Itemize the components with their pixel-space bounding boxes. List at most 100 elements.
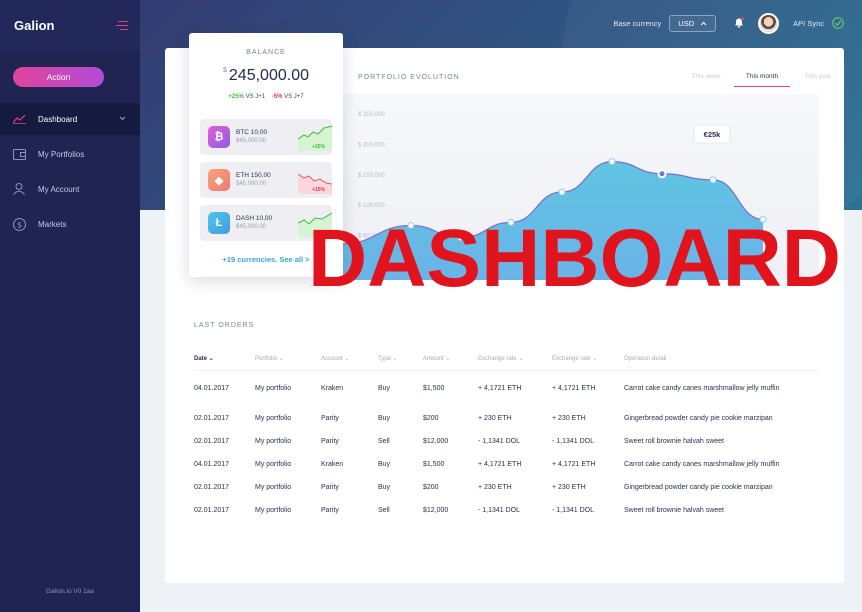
table-cell: Kraken bbox=[321, 385, 344, 393]
wallet-icon bbox=[12, 147, 26, 161]
table-cell: Gingerbread powder candy pie cookie marz… bbox=[624, 414, 773, 422]
table-cell: 02.01.2017 bbox=[194, 437, 230, 445]
sidebar-item-portfolios[interactable]: My Portfolios bbox=[0, 138, 140, 170]
currency-symbol: $ bbox=[223, 67, 227, 74]
table-cell: My portfolio bbox=[255, 437, 292, 445]
table-cell: - 1,1341 DOL bbox=[552, 506, 595, 514]
action-button[interactable]: Action bbox=[13, 67, 104, 87]
tab-this-week[interactable]: This week bbox=[678, 73, 734, 87]
table-row[interactable]: 04.01.2017 My portfolio Kraken Buy $1,500 + 4… bbox=[194, 453, 818, 476]
table-cell: 02.01.2017 bbox=[194, 414, 230, 422]
balance-label: BALANCE bbox=[246, 49, 286, 56]
table-header: Date ⌄ Portfolio ⌄ Account ⌄ Type ⌄ Amou… bbox=[194, 355, 818, 371]
data-point[interactable] bbox=[657, 169, 667, 179]
table-cell: + 230 ETH bbox=[478, 414, 512, 422]
bell-icon[interactable] bbox=[734, 17, 744, 30]
table-cell: - 1,1341 DOL bbox=[478, 506, 521, 514]
tab-this-month[interactable]: This month bbox=[734, 73, 790, 87]
table-cell: Parity bbox=[321, 483, 339, 491]
table-cell: $1,500 bbox=[423, 460, 445, 468]
coin-card-eth[interactable]: ◆ ETH 150,00 $45,000.00 +15% bbox=[200, 162, 332, 198]
coin-value: $45,000.00 bbox=[236, 224, 267, 230]
table-cell: + 4,1721 ETH bbox=[552, 385, 596, 393]
orders-table: Date ⌄ Portfolio ⌄ Account ⌄ Type ⌄ Amou… bbox=[194, 355, 818, 522]
table-cell: $1,500 bbox=[423, 385, 445, 393]
table-cell: + 4,1721 ETH bbox=[478, 460, 522, 468]
y-tick-label: $ 250.000 bbox=[358, 112, 385, 118]
data-point[interactable] bbox=[558, 188, 566, 196]
col-type[interactable]: Type ⌄ bbox=[378, 355, 423, 371]
coin-name: ETH 150,00 bbox=[236, 172, 271, 179]
coin-name: BTC 10,00 bbox=[236, 129, 268, 136]
col-amount[interactable]: Amount ⌄ bbox=[423, 355, 478, 371]
hamburger-menu-icon[interactable] bbox=[116, 20, 128, 30]
api-sync-label[interactable]: API Sync bbox=[793, 19, 824, 28]
coin-card-btc[interactable]: ₿ BTC 10,00 $45,000.00 +25% bbox=[200, 119, 332, 155]
table-row[interactable]: 02.01.2017 My portfolio Parity Sell $12,000 -… bbox=[194, 430, 818, 453]
table-cell: Kraken bbox=[321, 460, 344, 468]
table-cell: Buy bbox=[378, 483, 391, 491]
table-row[interactable]: 02.01.2017 My portfolio Parity Buy $200 + 230… bbox=[194, 407, 818, 430]
table-cell: $12,000 bbox=[423, 437, 449, 445]
brand-logo[interactable]: Galion bbox=[14, 18, 54, 33]
balance-value: 245,000.00 bbox=[228, 67, 309, 84]
table-cell: 02.01.2017 bbox=[194, 483, 230, 491]
chevron-down-icon[interactable] bbox=[119, 114, 126, 123]
dash-icon: Ł bbox=[208, 212, 230, 234]
table-cell: - 1,1341 DOL bbox=[478, 437, 521, 445]
col-exchange-rate-1[interactable]: Exchange rate ⌄ bbox=[478, 355, 552, 371]
coin-name: DASH 10,00 bbox=[236, 215, 273, 222]
currency-select[interactable]: USD bbox=[669, 15, 717, 32]
col-date[interactable]: Date ⌄ bbox=[194, 355, 255, 371]
col-operation-detail[interactable]: Operation detail bbox=[624, 355, 818, 371]
svg-text:$: $ bbox=[16, 220, 21, 229]
table-cell: 04.01.2017 bbox=[194, 460, 230, 468]
col-portfolio[interactable]: Portfolio ⌄ bbox=[255, 355, 321, 371]
table-cell: Parity bbox=[321, 437, 339, 445]
col-account[interactable]: Account ⌄ bbox=[321, 355, 378, 371]
sidebar-item-dashboard[interactable]: Dashboard bbox=[0, 103, 140, 135]
table-cell: My portfolio bbox=[255, 506, 292, 514]
table-row[interactable]: 02.01.2017 My portfolio Parity Buy $200 + 230… bbox=[194, 476, 818, 499]
table-cell: 04.01.2017 bbox=[194, 385, 230, 393]
orders-title: LAST ORDERS bbox=[194, 322, 255, 329]
table-cell: $200 bbox=[423, 483, 439, 491]
sidebar-item-account[interactable]: My Account bbox=[0, 173, 140, 205]
table-row[interactable]: 04.01.2017 My portfolio Kraken Buy $1,500 + 4… bbox=[194, 371, 818, 407]
data-point[interactable] bbox=[709, 176, 717, 184]
coin-value: $45,000.00 bbox=[236, 138, 267, 144]
table-cell: Sweet roll brownie halvah sweet bbox=[624, 437, 724, 445]
y-tick-label: $ 150.000 bbox=[358, 173, 385, 179]
table-cell: My portfolio bbox=[255, 385, 292, 393]
table-cell: Parity bbox=[321, 414, 339, 422]
tab-this-year[interactable]: This year bbox=[790, 73, 846, 87]
avatar[interactable] bbox=[758, 13, 780, 34]
tooltip-text: €25k bbox=[704, 130, 722, 139]
table-cell: $200 bbox=[423, 414, 439, 422]
sidebar-item-label: Markets bbox=[38, 219, 67, 229]
period-tabs: This week This month This year bbox=[678, 73, 846, 87]
table-cell: Gingerbread powder candy pie cookie marz… bbox=[624, 483, 773, 491]
sidebar-item-markets[interactable]: $ Markets bbox=[0, 208, 140, 240]
user-icon bbox=[12, 182, 26, 196]
sidebar: Galion Action Dashboard My Portfolios My… bbox=[0, 0, 140, 612]
portfolio-title: PORTFOLIO EVOLUTION bbox=[358, 74, 460, 81]
balance-amount: $245,000.00 bbox=[189, 67, 343, 85]
table-cell: Buy bbox=[378, 414, 391, 422]
base-currency-label: Base currency bbox=[613, 19, 662, 28]
table-row[interactable]: 02.01.2017 My portfolio Parity Sell $12,000 -… bbox=[194, 499, 818, 522]
chevron-up-icon bbox=[700, 21, 707, 26]
delta-negative: -5% bbox=[271, 94, 283, 100]
col-exchange-rate-2[interactable]: Exchange rate ⌄ bbox=[552, 355, 624, 371]
brand-bar: Galion bbox=[0, 0, 140, 50]
table-cell: + 230 ETH bbox=[552, 414, 586, 422]
sidebar-item-label: Dashboard bbox=[38, 114, 78, 124]
y-tick-label: $ 200.000 bbox=[358, 142, 385, 148]
table-cell: Sweet roll brownie halvah sweet bbox=[624, 506, 724, 514]
check-circle-icon bbox=[832, 16, 844, 31]
data-point[interactable] bbox=[608, 158, 616, 166]
chart-line-icon bbox=[12, 112, 26, 126]
bitcoin-icon: ₿ bbox=[208, 126, 230, 148]
table-cell: 02.01.2017 bbox=[194, 506, 230, 514]
delta-positive-suffix: VS J+1 bbox=[245, 94, 266, 100]
